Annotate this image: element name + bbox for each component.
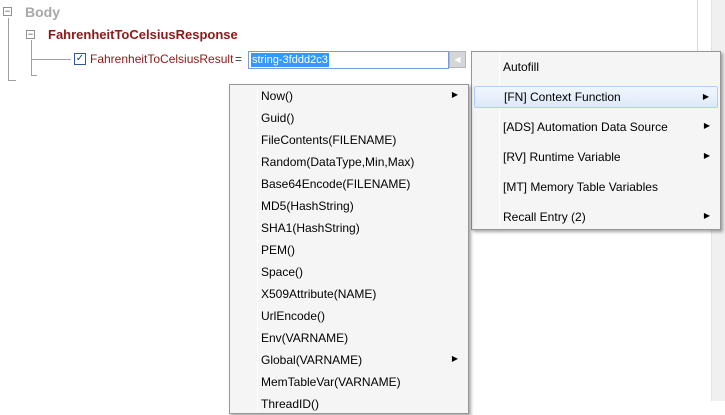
context-function-submenu: Now() ▶ Guid() FileContents(FILENAME) Random… xyxy=(229,84,469,414)
result-field-label: FahrenheitToCelsiusResult xyxy=(90,52,234,66)
function-item-memtablevar-varname[interactable]: MemTableVar(VARNAME) xyxy=(232,371,466,393)
function-item-urlencode[interactable]: UrlEncode() xyxy=(232,305,466,327)
function-item-base64encode-filename[interactable]: Base64Encode(FILENAME) xyxy=(232,173,466,195)
tree-line-right-edge xyxy=(697,0,698,52)
function-item-random-datatype-min-max[interactable]: Random(DataType,Min,Max) xyxy=(232,151,466,173)
response-node-label: FahrenheitToCelsiusResponse xyxy=(48,27,238,42)
menu-item-label: Env(VARNAME) xyxy=(261,331,349,345)
menu-item-label: Random(DataType,Min,Max) xyxy=(261,155,415,169)
menu-item-label: X509Attribute(NAME) xyxy=(261,287,377,301)
result-value-input[interactable]: string-3fddd2c3 xyxy=(248,51,449,69)
context-menu-item-autofill[interactable]: Autofill xyxy=(474,56,718,78)
function-item-pem[interactable]: PEM() xyxy=(232,239,466,261)
submenu-arrow-icon: ▶ xyxy=(451,354,458,363)
collapse-response-toggle[interactable]: − xyxy=(26,30,35,39)
function-item-now[interactable]: Now() ▶ xyxy=(232,85,466,107)
dropdown-arrow-icon: ◀ xyxy=(454,55,461,64)
function-item-env-varname[interactable]: Env(VARNAME) xyxy=(232,327,466,349)
tree-line-response-tail xyxy=(31,60,32,76)
submenu-arrow-icon: ▶ xyxy=(703,151,710,160)
context-menu: Autofill [FN] Context Function ▶ [ADS] Auto… xyxy=(471,51,721,230)
checkmark-icon: ✓ xyxy=(75,53,85,64)
submenu-arrow-icon: ▶ xyxy=(702,92,709,101)
menu-item-label: [RV] Runtime Variable xyxy=(503,150,621,164)
body-node-label: Body xyxy=(25,4,60,20)
tree-line-response-vertical xyxy=(31,40,32,60)
context-menu-gutter xyxy=(499,54,500,227)
menu-item-label: MemTableVar(VARNAME) xyxy=(261,375,401,389)
function-item-guid[interactable]: Guid() xyxy=(232,107,466,129)
context-menu-item-rv-runtime-variable[interactable]: [RV] Runtime Variable ▶ xyxy=(474,146,718,168)
menu-item-label: PEM() xyxy=(261,243,295,257)
menu-item-label: [ADS] Automation Data Source xyxy=(503,120,668,134)
function-item-filecontents-filename[interactable]: FileContents(FILENAME) xyxy=(232,129,466,151)
menu-item-label: MD5(HashString) xyxy=(261,199,354,213)
tree-line-body-bottom xyxy=(8,80,16,81)
context-menu-item-mt-memory-table-variables[interactable]: [MT] Memory Table Variables xyxy=(474,176,718,198)
menu-item-label: Space() xyxy=(261,265,304,279)
function-item-global-varname[interactable]: Global(VARNAME) ▶ xyxy=(232,349,466,371)
function-item-space[interactable]: Space() xyxy=(232,261,466,283)
menu-item-label: Global(VARNAME) xyxy=(261,353,363,367)
menu-item-label: SHA1(HashString) xyxy=(261,221,360,235)
menu-item-label: UrlEncode() xyxy=(261,309,326,323)
menu-item-label: ThreadID() xyxy=(261,397,320,411)
equals-sign: = xyxy=(235,52,243,66)
menu-item-label: Recall Entry (2) xyxy=(503,210,586,224)
function-item-md5-hashstring[interactable]: MD5(HashString) xyxy=(232,195,466,217)
context-menu-item-recall-entry-2[interactable]: Recall Entry (2) ▶ xyxy=(474,206,718,228)
tree-line-response-branch xyxy=(31,59,71,60)
menu-item-label: Now() xyxy=(261,89,293,103)
tree-line-body-vertical xyxy=(8,18,9,81)
function-item-x509attribute-name[interactable]: X509Attribute(NAME) xyxy=(232,283,466,305)
submenu-arrow-icon: ▶ xyxy=(451,90,458,99)
collapse-body-toggle[interactable]: − xyxy=(3,7,12,16)
menu-item-label: Base64Encode(FILENAME) xyxy=(261,177,411,191)
result-value-selected-text: string-3fddd2c3 xyxy=(251,53,329,67)
context-menu-item-fn-context-function[interactable]: [FN] Context Function ▶ xyxy=(474,86,718,108)
menu-item-label: [FN] Context Function xyxy=(504,90,621,104)
tree-line-response-tail-end xyxy=(31,75,37,76)
menu-item-label: Guid() xyxy=(261,111,295,125)
result-checkbox[interactable]: ✓ xyxy=(74,53,86,65)
submenu-arrow-icon: ▶ xyxy=(703,121,710,130)
function-item-threadid[interactable]: ThreadID() xyxy=(232,393,466,415)
submenu-arrow-icon: ▶ xyxy=(703,211,710,220)
menu-item-label: Autofill xyxy=(503,60,540,74)
value-dropdown-button[interactable]: ◀ xyxy=(449,51,466,68)
function-item-sha1-hashstring[interactable]: SHA1(HashString) xyxy=(232,217,466,239)
context-menu-item-ads-automation-data-source[interactable]: [ADS] Automation Data Source ▶ xyxy=(474,116,718,138)
menu-item-label: FileContents(FILENAME) xyxy=(261,133,397,147)
menu-item-label: [MT] Memory Table Variables xyxy=(503,180,658,194)
